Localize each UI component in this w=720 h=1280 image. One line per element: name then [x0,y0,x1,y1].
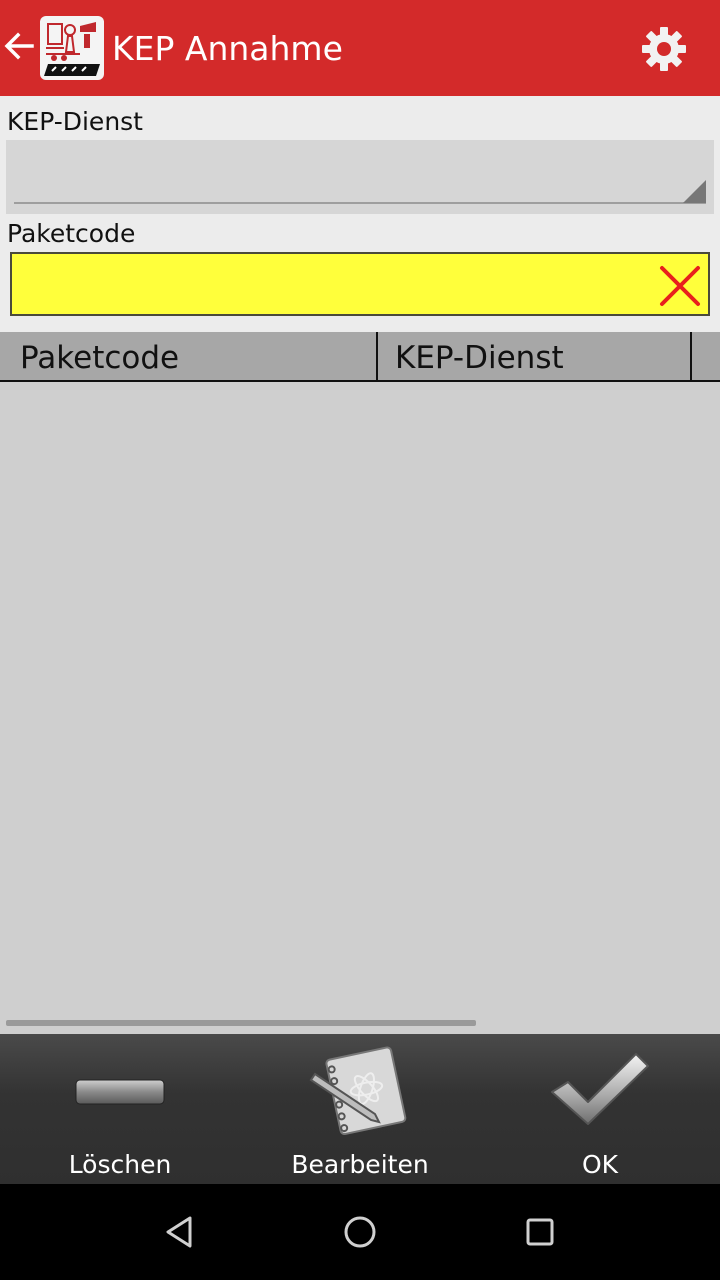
ok-button[interactable]: OK [480,1034,720,1184]
page-title: KEP Annahme [112,29,343,68]
recents-square-icon[interactable] [520,1212,560,1252]
home-circle-icon[interactable] [340,1212,380,1252]
back-triangle-icon[interactable] [160,1212,200,1252]
edit-button[interactable]: Bearbeiten [240,1034,480,1184]
close-x-icon[interactable] [656,262,704,310]
paketcode-field[interactable] [10,252,710,316]
column-header-paketcode[interactable]: Paketcode [20,332,179,380]
kep-dienst-dropdown[interactable] [6,140,714,214]
arrow-left-icon[interactable] [2,28,38,64]
checkmark-icon [551,1053,649,1125]
kep-dienst-label: KEP-Dienst [7,107,143,136]
app-bar: KEP Annahme [0,0,720,96]
table-header: Paketcode KEP-Dienst [0,332,720,382]
delete-button-label: Löschen [68,1150,172,1179]
edit-button-label: Bearbeiten [291,1150,429,1179]
dropdown-underline [14,202,706,204]
column-header-kep-dienst[interactable]: KEP-Dienst [395,332,564,380]
minus-bar-icon [75,1079,165,1105]
gear-icon[interactable] [640,25,688,73]
system-navigation-bar [0,1184,720,1280]
package-table[interactable]: Paketcode KEP-Dienst [0,332,720,1034]
column-divider [690,332,692,380]
app-logo-icon [40,16,104,80]
horizontal-scrollbar[interactable] [6,1020,476,1026]
dropdown-arrow-icon [683,180,706,203]
delete-button[interactable]: Löschen [0,1034,240,1184]
paketcode-label: Paketcode [7,219,136,248]
column-divider [376,332,378,380]
bottom-action-bar: Löschen Bearbeiten OK [0,1034,720,1184]
paketcode-input[interactable] [18,260,648,308]
ok-button-label: OK [581,1150,619,1179]
notepad-pencil-icon [309,1046,407,1136]
